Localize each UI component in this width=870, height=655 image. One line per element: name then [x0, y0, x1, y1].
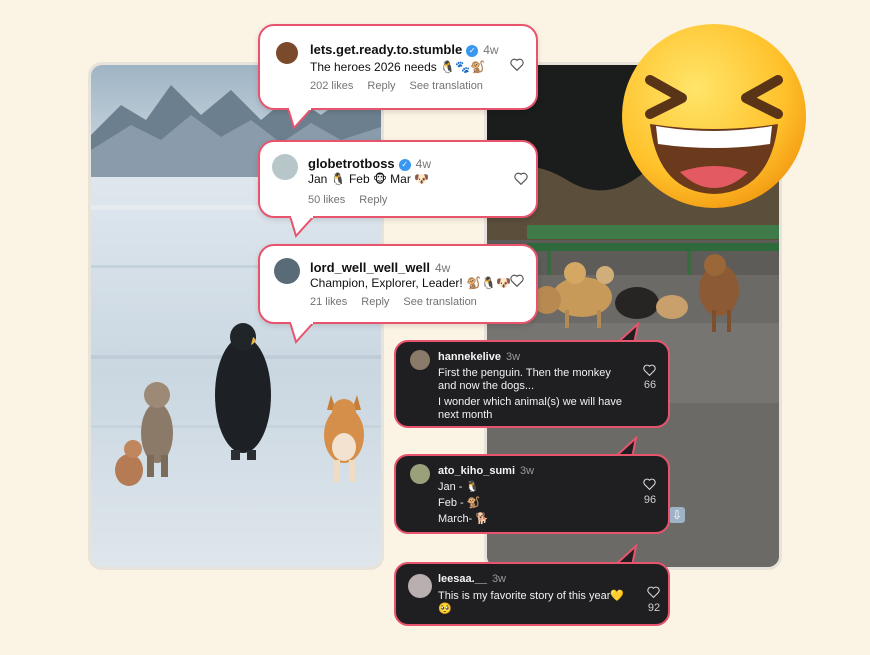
comment-text-line: Feb - 🐒 — [438, 497, 481, 509]
like-count: 96 — [643, 494, 657, 506]
comment-time: 3w — [491, 573, 506, 585]
comment-username[interactable]: globetrotboss ✓ 4w — [308, 156, 431, 171]
comment-text-line: next month — [438, 409, 493, 421]
comment-text: Jan 🐧 Feb 🐵 Mar 🐶 — [308, 172, 430, 186]
verified-badge-icon: ✓ — [466, 45, 479, 57]
heart-icon[interactable] — [643, 364, 656, 376]
comment-username[interactable]: lets.get.ready.to.stumble ✓ 4w — [310, 42, 499, 57]
heart-icon[interactable] — [647, 586, 660, 598]
reply-link[interactable]: Reply — [367, 80, 395, 92]
comment-bubble-dark: ato_kiho_sumi 3w Jan - 🐧 Feb - 🐒 March- 🐕… — [394, 454, 670, 534]
comment-text-line: and now the dogs... — [438, 380, 535, 392]
heart-icon[interactable] — [643, 478, 656, 490]
comment-text-line: 🥺 — [438, 603, 452, 615]
like-count: 92 — [647, 602, 661, 614]
comment-text-line: Jan - 🐧 — [438, 481, 480, 493]
like-count[interactable]: 21 likes — [310, 296, 347, 308]
heart-icon[interactable] — [510, 58, 524, 71]
avatar[interactable] — [410, 350, 430, 370]
comment-bubble: globetrotboss ✓ 4w Jan 🐧 Feb 🐵 Mar 🐶 50 li… — [258, 140, 538, 218]
comment-time: 3w — [505, 351, 521, 363]
avatar[interactable] — [410, 464, 430, 484]
comment-text-line: This is my favorite story of this year💛 — [438, 590, 625, 602]
avatar[interactable] — [272, 154, 298, 180]
comment-text-line: First the penguin. Then the monkey — [438, 367, 611, 379]
avatar[interactable] — [408, 574, 432, 598]
comment-username[interactable]: lord_well_well_well 4w — [310, 260, 450, 275]
see-translation-link[interactable]: See translation — [410, 80, 483, 92]
reply-link[interactable]: Reply — [361, 296, 389, 308]
see-translation-link[interactable]: See translation — [403, 296, 476, 308]
comment-time: 4w — [415, 157, 432, 171]
comment-bubble: lets.get.ready.to.stumble ✓ 4w The heroes … — [258, 24, 538, 110]
download-arrow-icon[interactable]: ⇩ — [669, 507, 685, 523]
bubble-tail — [288, 322, 316, 344]
comment-bubble-dark: leesaa.__ 3w This is my favorite story of… — [394, 562, 670, 626]
comment-time: 3w — [520, 465, 535, 477]
comment-time: 4w — [434, 261, 451, 275]
verified-badge-icon: ✓ — [398, 159, 411, 171]
comment-text: The heroes 2026 needs 🐧🐾🐒 — [310, 60, 485, 74]
reply-link[interactable]: Reply — [359, 194, 387, 206]
comment-time: 4w — [483, 43, 499, 57]
bubble-tail — [286, 108, 314, 130]
like-count[interactable]: 50 likes — [308, 194, 345, 206]
comment-username[interactable]: leesaa.__ 3w — [438, 573, 506, 585]
comment-text-line: March- 🐕 — [438, 513, 489, 525]
bubble-tail — [288, 216, 316, 238]
like-count[interactable]: 202 likes — [310, 80, 353, 92]
comment-username[interactable]: ato_kiho_sumi 3w — [438, 465, 534, 477]
comment-text: Champion, Explorer, Leader! 🐒🐧🐶 — [310, 276, 511, 290]
like-count: 66 — [643, 379, 657, 391]
avatar[interactable] — [274, 258, 300, 284]
comment-bubble-dark: hannekelive 3w First the penguin. Then th… — [394, 340, 670, 428]
comment-username[interactable]: hannekelive 3w — [438, 351, 520, 363]
laughing-squinting-face-emoji — [620, 22, 808, 210]
heart-icon[interactable] — [510, 274, 524, 287]
comment-bubble: lord_well_well_well 4w Champion, Explorer… — [258, 244, 538, 324]
avatar[interactable] — [276, 42, 298, 64]
comment-text-line: I wonder which animal(s) we will have — [438, 396, 623, 408]
heart-icon[interactable] — [514, 172, 528, 185]
